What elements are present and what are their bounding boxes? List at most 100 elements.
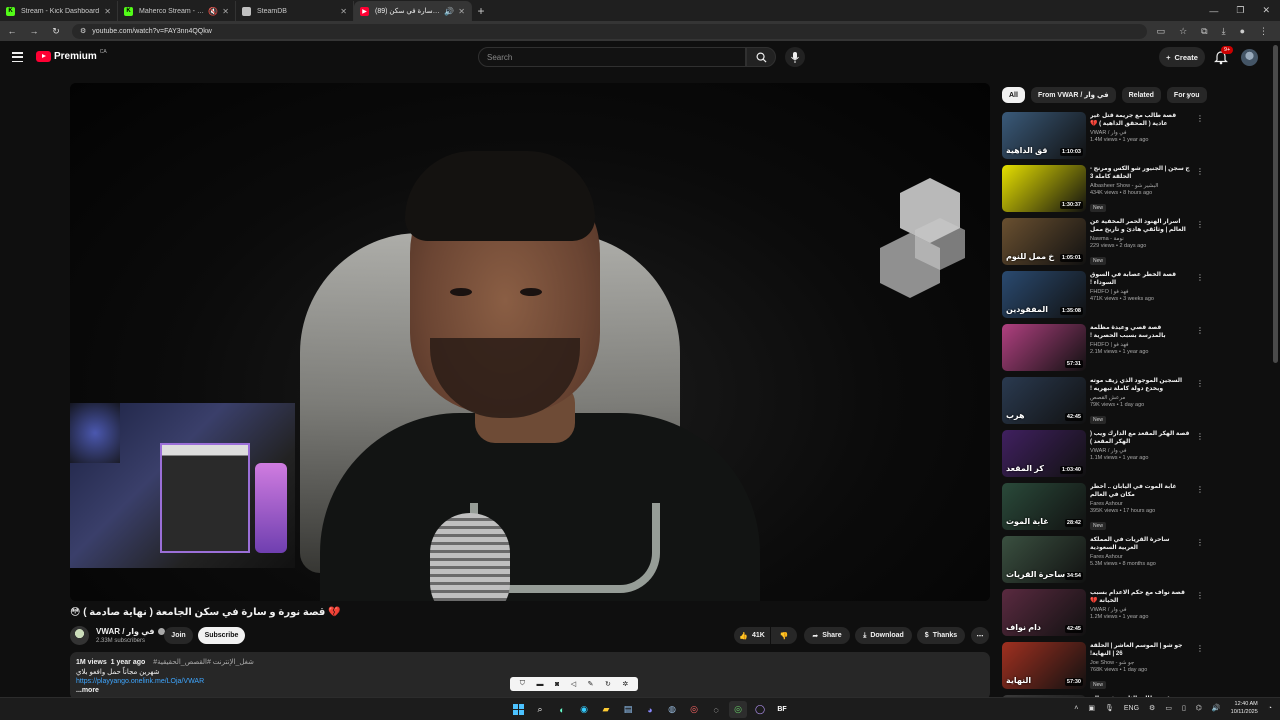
recommendation-channel[interactable]: Fares Ashour (1090, 501, 1190, 507)
chrome-icon[interactable]: ◎ (685, 701, 703, 718)
hashtags[interactable]: #شغل_الإنترنت #القصص_الحقيقية (153, 659, 254, 666)
recommendation-item[interactable]: هرب 42:45 السجين الموجود الذي زيف موته ويخ… (1002, 375, 1272, 428)
chevron-right-icon[interactable]: › (1186, 90, 1189, 100)
video-player[interactable] (70, 83, 990, 601)
more-options-icon[interactable]: ⋮ (1196, 644, 1204, 653)
like-button[interactable]: 👍 41K (734, 627, 770, 644)
recommendation-title[interactable]: قصة الخطر عصابة في السوق السوداء ! (1090, 271, 1190, 287)
tab-kick-dashboard[interactable]: K Stream - Kick Dashboard ✕ (0, 1, 118, 21)
recommendation-title[interactable]: ج سجن | الجنيور شو الكس ومرنج - الحلقة ك… (1090, 165, 1190, 181)
more-options-icon[interactable]: ⋮ (1196, 379, 1204, 388)
video-thumbnail[interactable]: قق الداهية 1:10:03 (1002, 112, 1086, 159)
tab-steamdb[interactable]: SteamDB ✕ (236, 1, 354, 21)
clapper-icon[interactable]: ▬ (537, 681, 544, 688)
recommendation-item[interactable]: دام نواف 42:45 قصة نواف مع حكم الاعدام بسب… (1002, 587, 1272, 640)
video-thumbnail[interactable]: المفقودين 1:35:08 (1002, 271, 1086, 318)
pin-icon[interactable]: ✎ (588, 680, 594, 688)
hamburger-menu-icon[interactable] (12, 52, 23, 62)
youtube-logo[interactable]: Premium CA (36, 49, 107, 62)
edge-icon[interactable]: ◉ (575, 701, 593, 718)
recommendation-title[interactable]: قصة نواف مع حكم الاعدام بسبب الخيانة 💔 (1090, 589, 1190, 605)
search-input[interactable]: Search (478, 47, 746, 67)
recommendation-channel[interactable]: FHDFO | فهد فو (1090, 342, 1190, 348)
tray-mic-icon[interactable]: 🎙 (1105, 704, 1114, 712)
more-options-icon[interactable]: ⋮ (1196, 432, 1204, 441)
tray-app-icon[interactable]: ▣ (1088, 704, 1095, 712)
mute-icon[interactable]: 🔇 (208, 7, 218, 16)
recommendation-title[interactable]: قصة طالب مع جريمة قتل غير عادية ( المحقق… (1090, 112, 1190, 128)
recommendation-item[interactable]: خ ممل للنوم 1:05:01 اسرار الهنود الحمر الم… (1002, 216, 1272, 269)
download-icon[interactable]: ⤓ (1222, 26, 1226, 37)
recommendation-channel[interactable]: مرعش القصص (1090, 395, 1190, 401)
profile-icon[interactable]: ● (1240, 26, 1245, 37)
recommendation-title[interactable]: ساحرة القريات في المملكة العربية السعودي… (1090, 536, 1190, 552)
recommendation-item[interactable]: كر المقعد 1:03:40 قصة الهكر المقعد مع الدا… (1002, 428, 1272, 481)
more-actions-button[interactable]: ⋯ (971, 627, 989, 644)
more-options-icon[interactable]: ⋮ (1196, 326, 1204, 335)
page-scrollbar[interactable] (1273, 45, 1278, 363)
recommendation-title[interactable]: قصة قصي وعيدة مظلمة بالمدرسة بسبب الحصري… (1090, 324, 1190, 340)
tray-battery-icon[interactable]: ▭ (1165, 704, 1172, 712)
volume-icon[interactable]: ◁ (571, 680, 576, 688)
steam-icon[interactable]: ◍ (663, 701, 681, 718)
menu-dots-icon[interactable]: ⋮ (1259, 26, 1268, 37)
close-tab-icon[interactable]: ✕ (104, 7, 111, 16)
shield-icon[interactable]: ⛉ (520, 680, 525, 688)
recommendation-title[interactable]: اسرار الهنود الحمر المخفية عن العالم | و… (1090, 218, 1190, 234)
new-tab-button[interactable]: + (472, 1, 490, 21)
minimize-icon[interactable]: — (1209, 6, 1218, 16)
more-options-icon[interactable]: ⋮ (1196, 273, 1204, 282)
recommendation-channel[interactable]: VWAR / في وار (1090, 607, 1190, 613)
tray-chevron-icon[interactable]: ˄ (1074, 705, 1078, 712)
video-thumbnail[interactable]: النهاية 57:30 (1002, 642, 1086, 689)
account-avatar[interactable] (1241, 49, 1258, 66)
extensions-icon[interactable]: ⧉ (1201, 26, 1207, 37)
chip-all[interactable]: All (1002, 87, 1025, 103)
video-thumbnail[interactable]: دام نواف 42:45 (1002, 589, 1086, 636)
video-thumbnail[interactable]: هرب 42:45 (1002, 377, 1086, 424)
recommendation-channel[interactable]: Joe Show - جو شو (1090, 660, 1190, 666)
tab-maherco-stream[interactable]: K Maherco Stream - Watch Li 🔇 ✕ (118, 1, 236, 21)
more-options-icon[interactable]: ⋮ (1196, 167, 1204, 176)
copilot-icon[interactable]: ◐ (553, 701, 571, 718)
reload-icon[interactable]: ↻ (50, 26, 62, 37)
site-info-icon[interactable]: ⚙ (80, 27, 86, 35)
recommendation-channel[interactable]: Nawma - نومة (1090, 236, 1190, 242)
maximize-icon[interactable]: ❐ (1236, 5, 1244, 16)
chip-from-channel[interactable]: From VWAR / في وار (1030, 87, 1116, 103)
camera-icon[interactable]: ◙ (555, 681, 559, 688)
tray-phone-icon[interactable]: ▯ (1182, 704, 1186, 712)
more-options-icon[interactable]: ⋮ (1196, 220, 1204, 229)
notepad-icon[interactable]: ▤ (619, 701, 637, 718)
recommendation-channel[interactable]: VWAR / في وار (1090, 448, 1190, 454)
audio-playing-icon[interactable]: 🔊 (444, 7, 454, 16)
video-thumbnail[interactable]: خ ممل للنوم 1:05:01 (1002, 218, 1086, 265)
recommendation-item[interactable]: 57:31 قصة قصي وعيدة مظلمة بالمدرسة بسبب ا… (1002, 322, 1272, 375)
video-thumbnail[interactable]: ساحرة القريات 34:54 (1002, 536, 1086, 583)
bf-app-icon[interactable]: BF (773, 701, 791, 718)
recommendation-item[interactable]: المفقودين 1:35:08 قصة الخطر عصابة في السوق… (1002, 269, 1272, 322)
url-field[interactable]: ⚙ youtube.com/watch?v=FAY3nn4QQkw (72, 23, 1147, 39)
voice-search-button[interactable] (785, 47, 805, 67)
bookmark-star-icon[interactable]: ☆ (1179, 26, 1187, 37)
more-options-icon[interactable]: ⋮ (1196, 114, 1204, 123)
dislike-button[interactable]: 👎 (771, 627, 797, 644)
forward-icon[interactable]: → (28, 26, 40, 36)
recommendation-item[interactable]: ساحرة القريات 34:54 ساحرة القريات في الممل… (1002, 534, 1272, 587)
more-options-icon[interactable]: ⋮ (1196, 485, 1204, 494)
chip-related[interactable]: Related (1121, 87, 1161, 103)
recommendation-title[interactable]: جو شو | الموسم العاشر | الحلقة 26 | النه… (1090, 642, 1190, 658)
close-tab-icon[interactable]: ✕ (340, 7, 347, 16)
tray-volume-icon[interactable]: 🔊 (1212, 704, 1221, 712)
recommendation-channel[interactable]: Fares Ashour (1090, 554, 1190, 560)
back-icon[interactable]: ← (6, 26, 18, 36)
refresh-icon[interactable]: ↻ (605, 680, 611, 688)
recommendation-title[interactable]: قصة الهكر المقعد مع الدارك ويب ( الهكر ا… (1090, 430, 1190, 446)
clock[interactable]: 12:40 AM 10/11/2025 (1231, 700, 1258, 716)
tab-youtube-video[interactable]: ▶ (89) قصة نورة و سارة في سكن 🔊 ✕ (354, 1, 472, 21)
video-thumbnail[interactable]: 57:31 (1002, 324, 1086, 371)
channel-name-row[interactable]: VWAR / في وار (96, 627, 165, 636)
notification-center-icon[interactable]: ◔ (1268, 705, 1272, 712)
windows-start-icon[interactable] (509, 701, 527, 718)
video-thumbnail[interactable]: غابة الموت 28:42 (1002, 483, 1086, 530)
